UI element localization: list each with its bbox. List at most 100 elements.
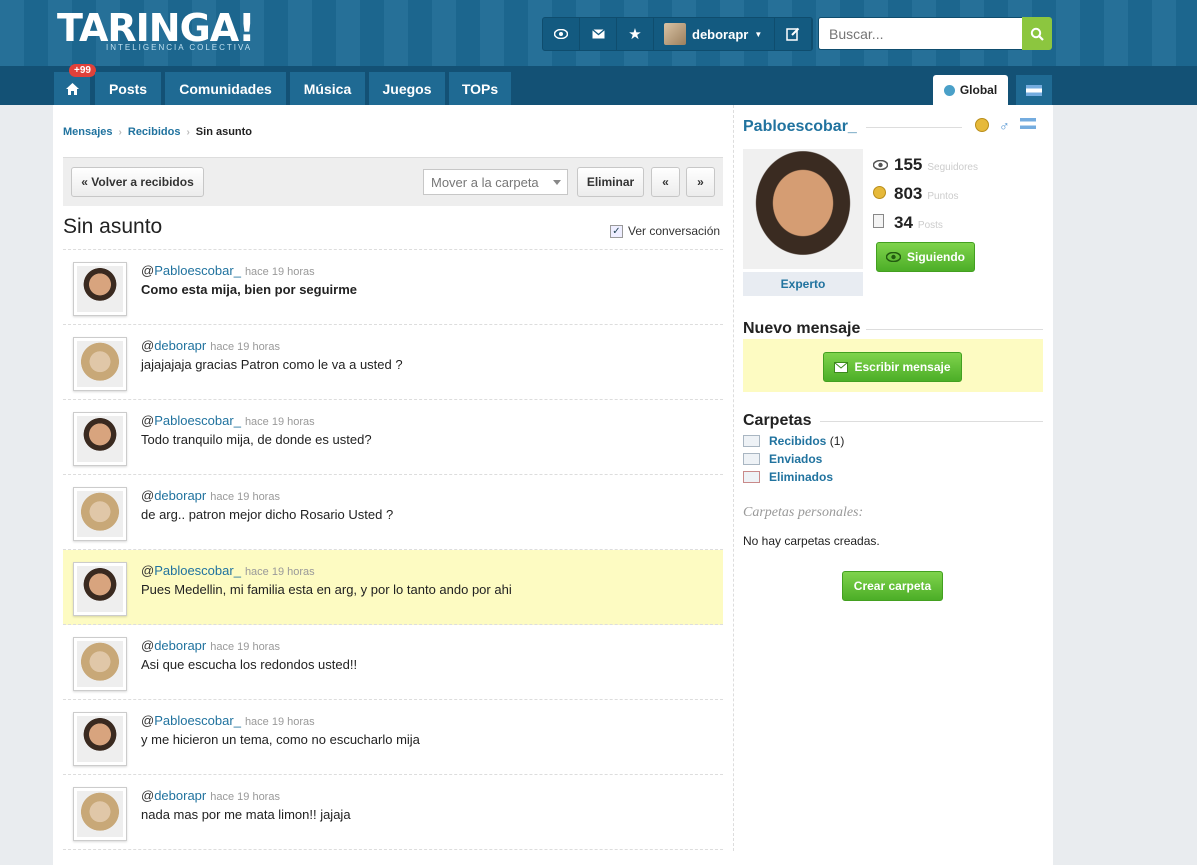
star-icon[interactable]: ★ [617,18,654,50]
message-text: Como esta mija, bien por seguirme [141,282,357,297]
message-author[interactable]: deborapr [154,638,206,653]
message-row: @Pabloescobar_ hace 19 horas Todo tranqui… [63,400,723,475]
avatar[interactable] [73,562,127,616]
at-sign: @ [141,263,155,278]
avatar[interactable] [73,412,127,466]
folder-enviados-link[interactable]: Enviados [769,452,822,466]
message-author[interactable]: deborapr [154,788,206,803]
divider [820,421,1043,422]
delete-button[interactable]: Eliminar [577,167,644,197]
mail-icon[interactable] [580,18,617,50]
profile-rank: Experto [743,272,863,296]
next-button[interactable]: » [686,167,715,197]
message-text: de arg.. patron mejor dicho Rosario Uste… [141,507,394,522]
search-button[interactable] [1022,17,1052,50]
folders-title: Carpetas [743,412,812,429]
nav-musica[interactable]: Música [290,72,365,105]
followers-label: Seguidores [927,162,978,173]
back-to-inbox-button[interactable]: « Volver a recibidos [71,167,204,197]
chevron-right-icon: › [186,126,190,138]
at-sign: @ [141,638,155,653]
write-message-button[interactable]: Escribir mensaje [823,352,962,382]
column-divider [733,105,734,851]
at-sign: @ [141,713,155,728]
profile-photo[interactable] [743,149,863,269]
envelope-deleted-icon [743,471,760,483]
eye-icon [886,252,901,262]
following-label: Siguiendo [907,250,965,264]
move-to-folder-select[interactable]: Mover a la carpeta [423,169,568,195]
at-sign: @ [141,413,155,428]
tab-global[interactable]: Global [933,75,1008,105]
nav-posts[interactable]: Posts [95,72,161,105]
posts-count: 34 [894,213,913,232]
profile-badges: ♂ [975,118,1036,134]
at-sign: @ [141,488,155,503]
message-text: jajajajaja gracias Patron como le va a u… [141,357,403,372]
folder-recibidos[interactable]: Recibidos (1) [743,434,844,448]
breadcrumb: Mensajes › Recibidos › Sin asunto [63,126,252,138]
folder-eliminados-link[interactable]: Eliminados [769,470,833,484]
avatar[interactable] [73,337,127,391]
avatar[interactable] [73,637,127,691]
posts-label: Posts [917,220,943,231]
message-row-highlighted: @Pabloescobar_ hace 19 horas Pues Medelli… [63,550,723,625]
avatar[interactable] [73,487,127,541]
checkbox-checked[interactable]: ✓ [610,224,623,238]
search-input[interactable] [818,17,1022,50]
nav-tops[interactable]: TOPs [449,72,511,105]
message-author[interactable]: Pabloescobar_ [154,713,241,728]
breadcrumb-mensajes[interactable]: Mensajes [63,126,113,138]
message-time: hace 19 horas [210,341,280,353]
compose-icon[interactable] [775,18,813,50]
user-menu[interactable]: deborapr ▼ [654,18,776,50]
profile-name[interactable]: Pabloescobar_ [743,118,857,136]
nav-juegos[interactable]: Juegos [369,72,445,105]
view-conversation-toggle[interactable]: ✓ Ver conversación [610,224,720,238]
envelope-icon [743,435,760,447]
following-button[interactable]: Siguiendo [876,242,975,272]
message-row: @deborapr hace 19 horas Asi que escucha l… [63,625,723,700]
message-author[interactable]: deborapr [154,488,206,503]
chevron-down-icon: ▼ [754,29,763,39]
globe-icon [943,84,955,96]
message-row: @deborapr hace 19 horas jajajajaja gracia… [63,325,723,400]
rank-medal-icon [975,118,989,132]
notification-badge[interactable]: +99 [69,64,96,77]
message-author[interactable]: deborapr [154,338,206,353]
home-icon [65,82,79,95]
nav-comunidades[interactable]: Comunidades [165,72,286,105]
message-time: hace 19 horas [244,416,315,428]
folder-recibidos-link[interactable]: Recibidos [769,434,826,448]
message-author[interactable]: Pabloescobar_ [154,413,241,428]
at-sign: @ [141,788,155,803]
create-folder-button[interactable]: Crear carpeta [842,571,943,601]
message-row: @Pabloescobar_ hace 19 horas y me hiciero… [63,700,723,775]
prev-button[interactable]: « [651,167,680,197]
message-text: Pues Medellin, mi familia esta en arg, y… [141,582,512,597]
top-header: TARINGA! INTELIGENCIA COLECTIVA ★ debora… [0,0,1197,66]
eye-icon[interactable] [543,18,580,50]
personal-folders-title: Carpetas personales: [743,505,864,520]
no-folders-text: No hay carpetas creadas. [743,534,880,548]
tab-argentina[interactable] [1016,75,1052,105]
avatar[interactable] [73,712,127,766]
breadcrumb-recibidos[interactable]: Recibidos [128,126,181,138]
stat-points: 803 Puntos [873,184,959,204]
points-count: 803 [894,184,923,203]
folder-enviados[interactable]: Enviados [743,452,822,466]
divider [866,329,1043,330]
avatar[interactable] [73,262,127,316]
avatar[interactable] [73,787,127,841]
stat-followers: 155 Seguidores [872,155,978,175]
eye-icon [872,158,889,173]
avatar [664,23,686,45]
breadcrumb-current: Sin asunto [195,126,253,138]
search-icon [1030,27,1044,41]
argentina-flag-icon [1019,118,1036,129]
message-toolbar: « Volver a recibidos Mover a la carpeta … [63,157,723,206]
message-author[interactable]: Pabloescobar_ [154,263,241,278]
message-author[interactable]: Pabloescobar_ [154,563,241,578]
chevron-right-icon: › [118,126,122,138]
folder-eliminados[interactable]: Eliminados [743,470,833,484]
